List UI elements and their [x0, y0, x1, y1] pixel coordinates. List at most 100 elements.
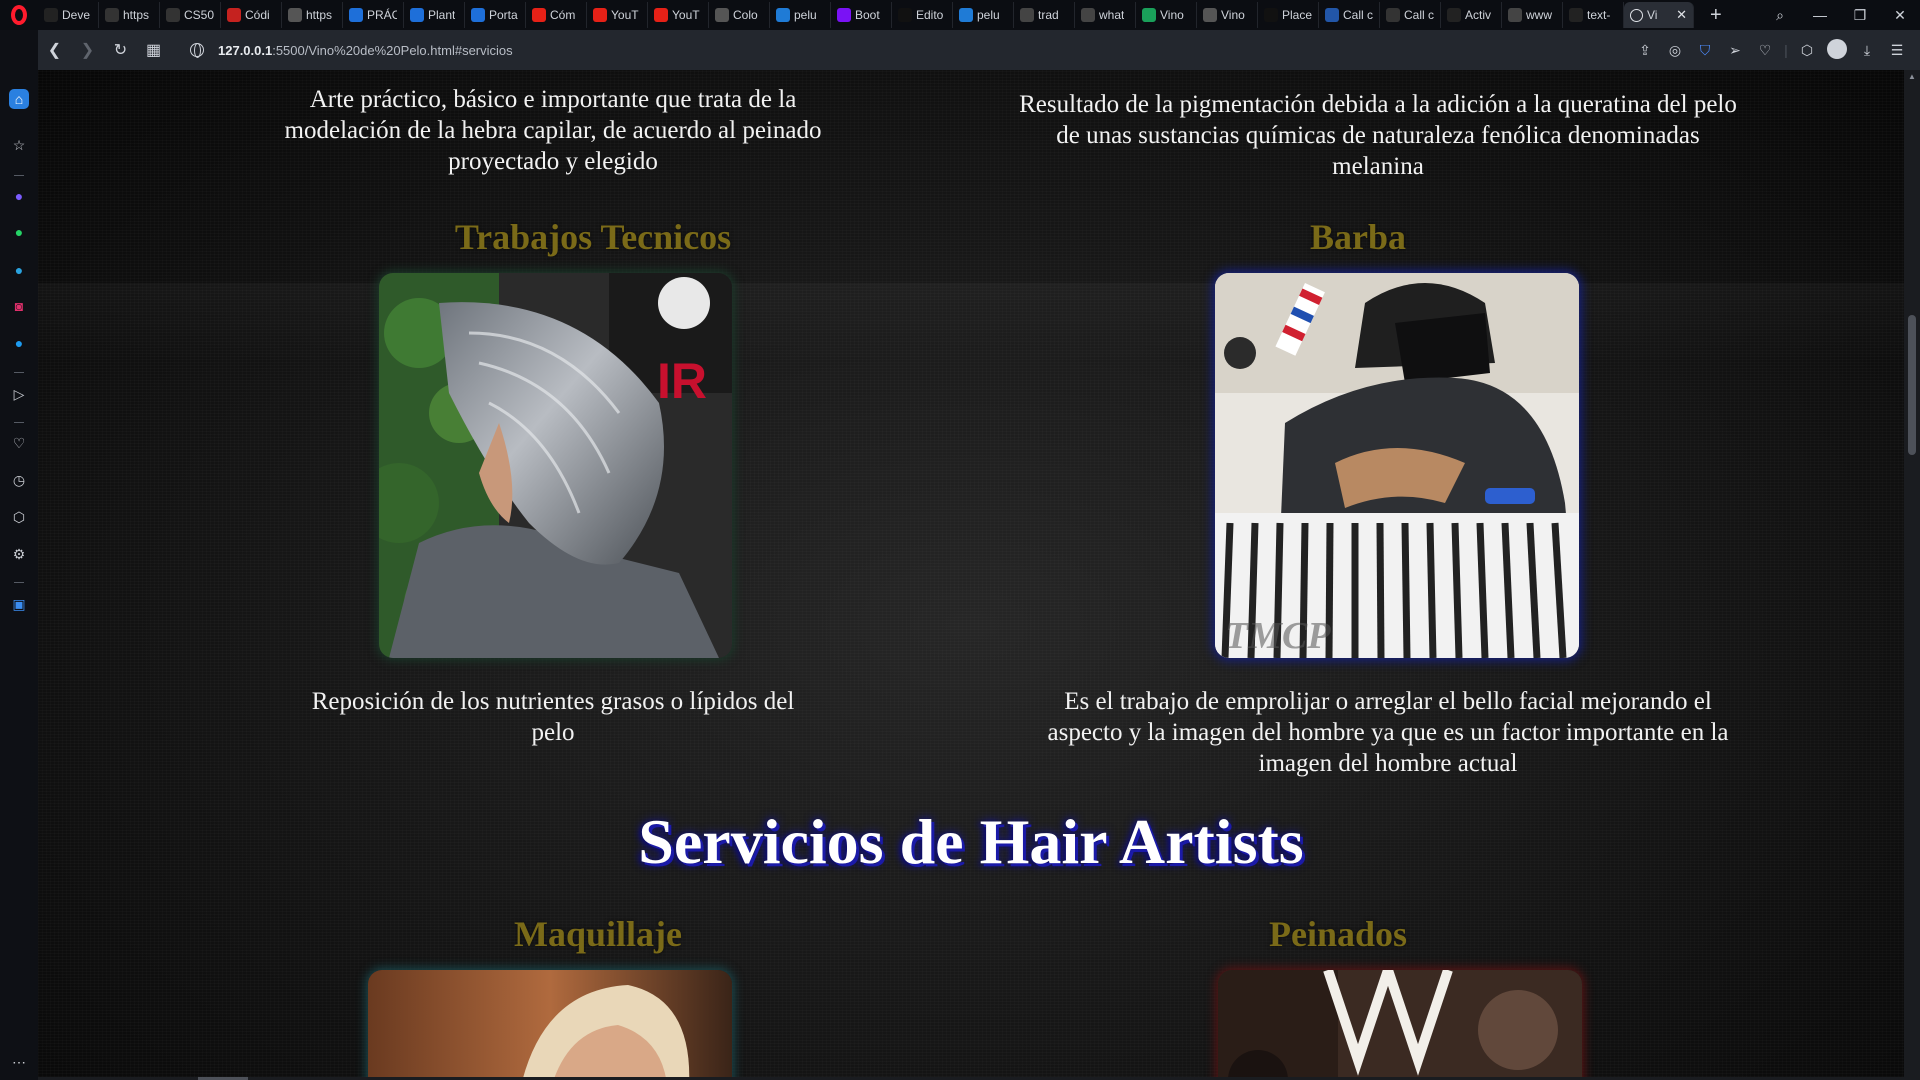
tab-label: PRÁC: [367, 8, 397, 22]
tab[interactable]: Edito: [892, 2, 953, 28]
tab-list: Deve https CS50 Códi https PRÁC Plant Porta Cóm Y…: [38, 0, 1624, 30]
more-options-icon[interactable]: ⋯: [9, 1052, 29, 1072]
tab[interactable]: YouT: [587, 2, 648, 28]
tab-label: www: [1526, 8, 1552, 22]
reload-button[interactable]: ↻: [104, 40, 137, 60]
close-window-button[interactable]: ✕: [1880, 7, 1920, 24]
tyc-icon: [1325, 8, 1339, 22]
home-icon[interactable]: ⌂: [9, 89, 29, 109]
dev-icon: [44, 8, 58, 22]
speed-dial-icon[interactable]: ☆: [9, 135, 29, 155]
tab[interactable]: Porta: [465, 2, 526, 28]
extensions-cube-icon[interactable]: ⬡: [1794, 42, 1820, 59]
gmail-icon: [227, 8, 241, 22]
tab-label: Vi: [1647, 8, 1658, 22]
back-button[interactable]: ❮: [38, 40, 71, 60]
tab[interactable]: PRÁC: [343, 2, 404, 28]
tab-label: Boot: [855, 8, 880, 22]
bookmarks-heart-icon[interactable]: ♡: [9, 433, 29, 453]
tab[interactable]: pelu: [953, 2, 1014, 28]
instagram-icon[interactable]: ◙: [9, 296, 29, 316]
tab-label: Call c: [1343, 8, 1373, 22]
address-bar-row: ❮ ❯ ↻ ▦ 127.0.0.1:5500/Vino%20de%20Pelo.…: [38, 30, 1920, 70]
send-icon[interactable]: ➢: [1722, 42, 1748, 59]
camera-icon[interactable]: ◎: [1662, 42, 1688, 59]
player-icon[interactable]: ▷: [9, 384, 29, 404]
tab[interactable]: Call c: [1319, 2, 1380, 28]
search-tabs-icon[interactable]: ⌕: [1760, 7, 1800, 24]
whatsapp-icon[interactable]: ●: [9, 222, 29, 242]
card-title-maquillaje: Maquillaje: [514, 914, 682, 954]
menu-icon[interactable]: ☰: [1884, 42, 1910, 59]
section-title: Servicios de Hair Artists: [638, 806, 1304, 877]
a-icon: [105, 8, 119, 22]
twitter-icon[interactable]: ●: [9, 333, 29, 353]
tab[interactable]: Códi: [221, 2, 282, 28]
share-icon[interactable]: ⇪: [1632, 42, 1658, 59]
shield-icon[interactable]: ⛉: [1692, 42, 1718, 59]
vertical-scrollbar[interactable]: ▲: [1904, 70, 1920, 1080]
trabajos-tecnicos-photo: IR: [379, 273, 732, 658]
tab[interactable]: Boot: [831, 2, 892, 28]
card-title-trabajos: Trabajos Tecnicos: [454, 217, 732, 257]
extensions-icon[interactable]: ⬡: [9, 507, 29, 527]
messenger-icon[interactable]: ●: [9, 186, 29, 206]
heart-icon[interactable]: ♡: [1752, 42, 1778, 59]
new-tab-button[interactable]: +: [1710, 4, 1722, 27]
google-icon: [1020, 8, 1034, 22]
tab[interactable]: https: [99, 2, 160, 28]
telegram-icon[interactable]: ●: [9, 260, 29, 280]
tab[interactable]: YouT: [648, 2, 709, 28]
tab[interactable]: pelu: [770, 2, 831, 28]
tab[interactable]: CS50: [160, 2, 221, 28]
forward-button[interactable]: ❯: [71, 40, 104, 60]
card-desc-barba: Es el trabajo de emprolijar o arreglar e…: [1047, 688, 1729, 777]
tab-active[interactable]: Vi ✕: [1624, 2, 1694, 28]
tab-label: Cóm: [550, 8, 576, 22]
tabs-grid-icon[interactable]: ▦: [137, 40, 170, 60]
site-info-icon[interactable]: [190, 43, 204, 58]
minimize-button[interactable]: —: [1800, 7, 1840, 23]
tab[interactable]: text-: [1563, 2, 1624, 28]
tab[interactable]: Cóm: [526, 2, 587, 28]
globe-icon: [715, 8, 729, 22]
maquillaje-photo: [368, 970, 732, 1080]
download-icon[interactable]: ⤓: [1854, 42, 1880, 59]
settings-gear-icon[interactable]: ⚙: [9, 544, 29, 564]
tab-label: https: [306, 8, 333, 22]
tab[interactable]: trad: [1014, 2, 1075, 28]
opera-logo-icon[interactable]: [0, 0, 38, 30]
history-icon[interactable]: ◷: [9, 470, 29, 490]
tab[interactable]: Call c: [1380, 2, 1441, 28]
tab-label: Place: [1282, 8, 1312, 22]
tab-label: YouT: [672, 8, 700, 22]
doc-icon: [471, 8, 485, 22]
tab[interactable]: https: [282, 2, 343, 28]
restore-button[interactable]: ❐: [1840, 7, 1880, 24]
url-host: 127.0.0.1: [218, 42, 273, 58]
tab-label: Códi: [245, 8, 270, 22]
scrollbar-thumb[interactable]: [1908, 315, 1916, 455]
opera-icon: [654, 8, 668, 22]
tab[interactable]: www: [1502, 2, 1563, 28]
tab[interactable]: Vino: [1136, 2, 1197, 28]
tab-label: Vino: [1221, 8, 1245, 22]
close-tab-icon[interactable]: ✕: [1676, 7, 1687, 23]
tab-label: text-: [1587, 8, 1611, 22]
scroll-up-arrow-icon[interactable]: ▲: [1908, 72, 1916, 81]
tab[interactable]: Plant: [404, 2, 465, 28]
app-icon[interactable]: ▣: [9, 594, 29, 614]
tab[interactable]: Activ: [1441, 2, 1502, 28]
tab[interactable]: Vino: [1197, 2, 1258, 28]
tab[interactable]: Place: [1258, 2, 1319, 28]
url-path: :5500/Vino%20de%20Pelo.html#servicios: [272, 42, 513, 58]
tab[interactable]: Deve: [38, 2, 99, 28]
bootstrap-icon: [837, 8, 851, 22]
profile-avatar-icon[interactable]: [1824, 38, 1850, 62]
google-icon: [1081, 8, 1095, 22]
tab-label: Activ: [1465, 8, 1492, 22]
tab[interactable]: what: [1075, 2, 1136, 28]
tab[interactable]: Colo: [709, 2, 770, 28]
a-icon: [1447, 8, 1461, 22]
url-field[interactable]: 127.0.0.1:5500/Vino%20de%20Pelo.html#ser…: [190, 43, 513, 58]
